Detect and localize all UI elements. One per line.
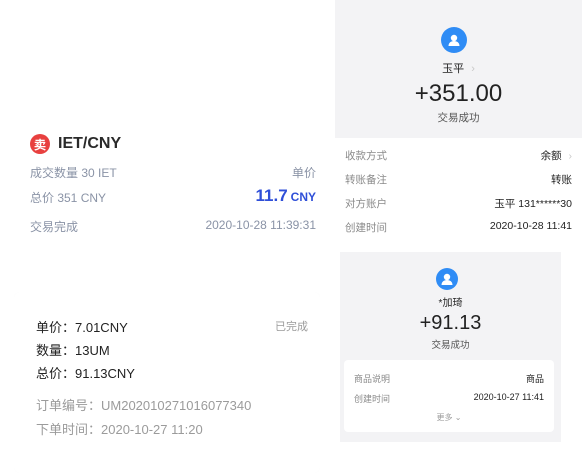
- chevron-right-icon: ›: [471, 63, 475, 75]
- transfer-remark: 转账: [551, 174, 572, 186]
- info-label: 创建时间: [345, 222, 387, 234]
- created-time: 2020-10-27 11:41: [473, 392, 544, 402]
- user-avatar-icon: [436, 268, 458, 290]
- order-unit-price: 单价：7.01CNY: [36, 320, 128, 335]
- payment-method-value: 余额: [540, 150, 562, 162]
- order-number: 订单编号：UM202010271016077340: [36, 398, 252, 413]
- info-label: 商品说明: [354, 374, 391, 384]
- payment-method[interactable]: 余额 ›: [541, 148, 572, 163]
- product-description: 商品: [525, 374, 544, 384]
- unit-price-label: 单价: [291, 166, 316, 180]
- order-card: 单价：7.01CNY 已完成 数量：13UM 总价：91.13CNY 订单编号：…: [14, 292, 320, 473]
- chevron-right-icon: ›: [568, 150, 573, 162]
- order-time: 下单时间：2020-10-27 11:20: [36, 422, 203, 437]
- price-unit: CNY: [290, 190, 316, 204]
- transfer-info-card: 收款方式 余额 › 转账备注 转账 对方账户 玉平 131******30 创建…: [335, 138, 582, 245]
- trade-status: 交易完成: [30, 220, 79, 234]
- order-total: 总价：91.13CNY: [36, 366, 135, 381]
- order-quantity: 数量：13UM: [36, 343, 110, 358]
- more-label: 更多: [436, 413, 453, 422]
- created-time: 2020-10-28 11:41: [489, 220, 572, 232]
- payment-info-card: 商品说明 商品 创建时间 2020-10-27 11:41 更多 ⌄: [344, 360, 554, 432]
- more-button[interactable]: 更多 ⌄: [344, 412, 554, 423]
- trade-datetime: 2020-10-28 11:39:31: [205, 218, 316, 232]
- info-label: 收款方式: [345, 150, 387, 162]
- trade-card: 卖 IET/CNY 成交数量 30 IET 单价 总价 351 CNY 11.7…: [0, 0, 330, 245]
- info-label: 转账备注: [345, 174, 387, 186]
- payer-name: *加琦: [438, 298, 463, 309]
- info-label: 对方账户: [345, 198, 387, 210]
- info-label: 创建时间: [354, 394, 391, 404]
- trade-pair: IET/CNY: [58, 135, 122, 152]
- order-status: 已完成: [275, 321, 308, 333]
- sell-badge: 卖: [30, 134, 50, 154]
- payment-detail: *加琦 +91.13 交易成功 商品说明 商品 创建时间 2020-10-27 …: [340, 252, 561, 442]
- user-avatar-icon: [441, 27, 467, 53]
- price-value: 11.7: [255, 186, 288, 205]
- trade-price: 11.7 CNY: [256, 186, 317, 206]
- trade-total: 总价 351 CNY: [30, 191, 107, 205]
- payment-amount: +91.13: [419, 312, 482, 334]
- payee-name: 玉平: [442, 63, 465, 75]
- payee-row[interactable]: 玉平 ›: [335, 60, 582, 76]
- counterparty-account: 玉平 131******30: [494, 198, 572, 210]
- chevron-down-icon: ⌄: [454, 413, 462, 422]
- trade-quantity: 成交数量 30 IET: [30, 166, 117, 180]
- transfer-amount: +351.00: [414, 80, 503, 107]
- transfer-status: 交易成功: [437, 112, 480, 124]
- payment-status: 交易成功: [431, 340, 470, 351]
- transfer-detail: 玉平 › +351.00 交易成功 收款方式 余额 › 转账备注 转账 对方账户…: [335, 0, 582, 245]
